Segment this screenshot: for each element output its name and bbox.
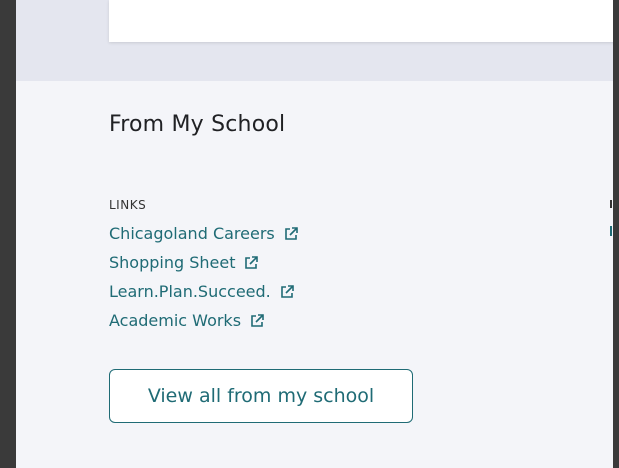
external-link-icon — [249, 313, 265, 329]
link-label: Chicagoland Careers — [109, 224, 275, 243]
link-label: Learn.Plan.Succeed. — [109, 282, 271, 301]
clipped-link-fragment — [610, 226, 612, 236]
links-list: Chicagoland Careers Shopping Sheet Learn… — [109, 222, 299, 338]
link-academic-works[interactable]: Academic Works — [109, 309, 265, 333]
link-chicagoland-careers[interactable]: Chicagoland Careers — [109, 222, 299, 246]
page-viewport: From My School LINKS Chicagoland Careers… — [16, 0, 613, 468]
section-title: From My School — [109, 112, 286, 137]
link-label: Academic Works — [109, 311, 242, 330]
view-all-from-my-school-button[interactable]: View all from my school — [109, 369, 413, 423]
clipped-heading-fragment — [610, 200, 612, 208]
link-shopping-sheet[interactable]: Shopping Sheet — [109, 251, 259, 275]
link-learn-plan-succeed[interactable]: Learn.Plan.Succeed. — [109, 280, 295, 304]
external-link-icon — [283, 226, 299, 242]
list-item: Learn.Plan.Succeed. — [109, 280, 299, 309]
top-card — [109, 0, 613, 42]
external-link-icon — [279, 284, 295, 300]
scrollbar[interactable] — [613, 0, 619, 468]
link-label: Shopping Sheet — [109, 253, 236, 272]
list-item: Shopping Sheet — [109, 251, 299, 280]
list-item: Chicagoland Careers — [109, 222, 299, 251]
external-link-icon — [243, 255, 259, 271]
list-item: Academic Works — [109, 309, 299, 338]
links-heading: LINKS — [109, 198, 147, 212]
